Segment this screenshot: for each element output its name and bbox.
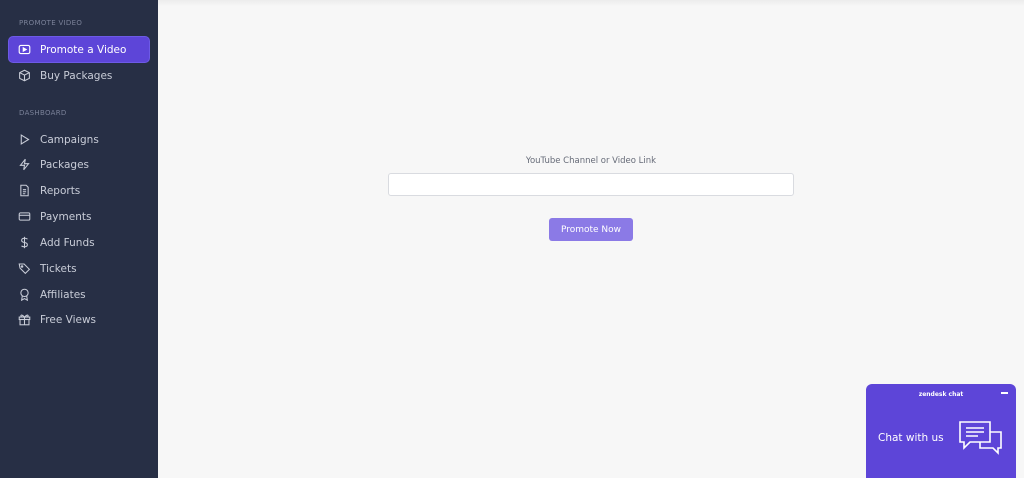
lightning-icon <box>18 158 31 171</box>
tag-icon <box>18 262 31 275</box>
award-icon <box>18 288 31 301</box>
sidebar-item-label: Buy Packages <box>40 69 113 82</box>
sidebar: PROMOTE VIDEO Promote a Video Buy Packag… <box>0 0 158 478</box>
sidebar-item-label: Add Funds <box>40 236 95 249</box>
sidebar-item-buy-packages[interactable]: Buy Packages <box>9 63 149 88</box>
sidebar-item-affiliates[interactable]: Affiliates <box>9 282 149 307</box>
chat-header: zendesk chat <box>918 391 964 398</box>
document-icon <box>18 184 31 197</box>
sidebar-item-label: Reports <box>40 184 81 197</box>
sidebar-item-label: Tickets <box>40 262 77 275</box>
sidebar-item-label: Affiliates <box>40 288 86 301</box>
minimize-icon[interactable] <box>998 387 1010 399</box>
sidebar-item-label: Packages <box>40 158 89 171</box>
sidebar-item-reports[interactable]: Reports <box>9 178 149 203</box>
video-link-label: YouTube Channel or Video Link <box>525 156 657 166</box>
credit-card-icon <box>18 210 31 223</box>
sidebar-item-promote-a-video[interactable]: Promote a Video <box>9 37 149 62</box>
box-icon <box>18 69 31 82</box>
chat-bubbles-icon <box>959 421 1002 455</box>
video-link-input[interactable] <box>388 173 794 196</box>
play-triangle-icon <box>18 133 31 146</box>
sidebar-item-label: Campaigns <box>40 133 99 146</box>
video-play-icon <box>18 43 31 56</box>
promote-now-button[interactable]: Promote Now <box>549 218 633 241</box>
sidebar-item-add-funds[interactable]: Add Funds <box>9 230 149 255</box>
sidebar-section-promote-video: PROMOTE VIDEO <box>19 19 83 27</box>
top-bar <box>158 0 1024 6</box>
gift-icon <box>18 313 31 326</box>
dollar-icon <box>18 236 31 249</box>
sidebar-item-free-views[interactable]: Free Views <box>9 307 149 332</box>
sidebar-item-payments[interactable]: Payments <box>9 204 149 229</box>
chat-widget[interactable]: zendesk chat Chat with us <box>866 384 1016 478</box>
sidebar-section-dashboard: DASHBOARD <box>19 109 67 117</box>
sidebar-item-packages[interactable]: Packages <box>9 152 149 177</box>
sidebar-item-label: Payments <box>40 210 92 223</box>
chat-with-us-label: Chat with us <box>878 432 944 444</box>
sidebar-item-campaigns[interactable]: Campaigns <box>9 127 149 152</box>
sidebar-item-tickets[interactable]: Tickets <box>9 256 149 281</box>
sidebar-item-label: Free Views <box>40 313 97 326</box>
sidebar-item-label: Promote a Video <box>40 43 127 56</box>
